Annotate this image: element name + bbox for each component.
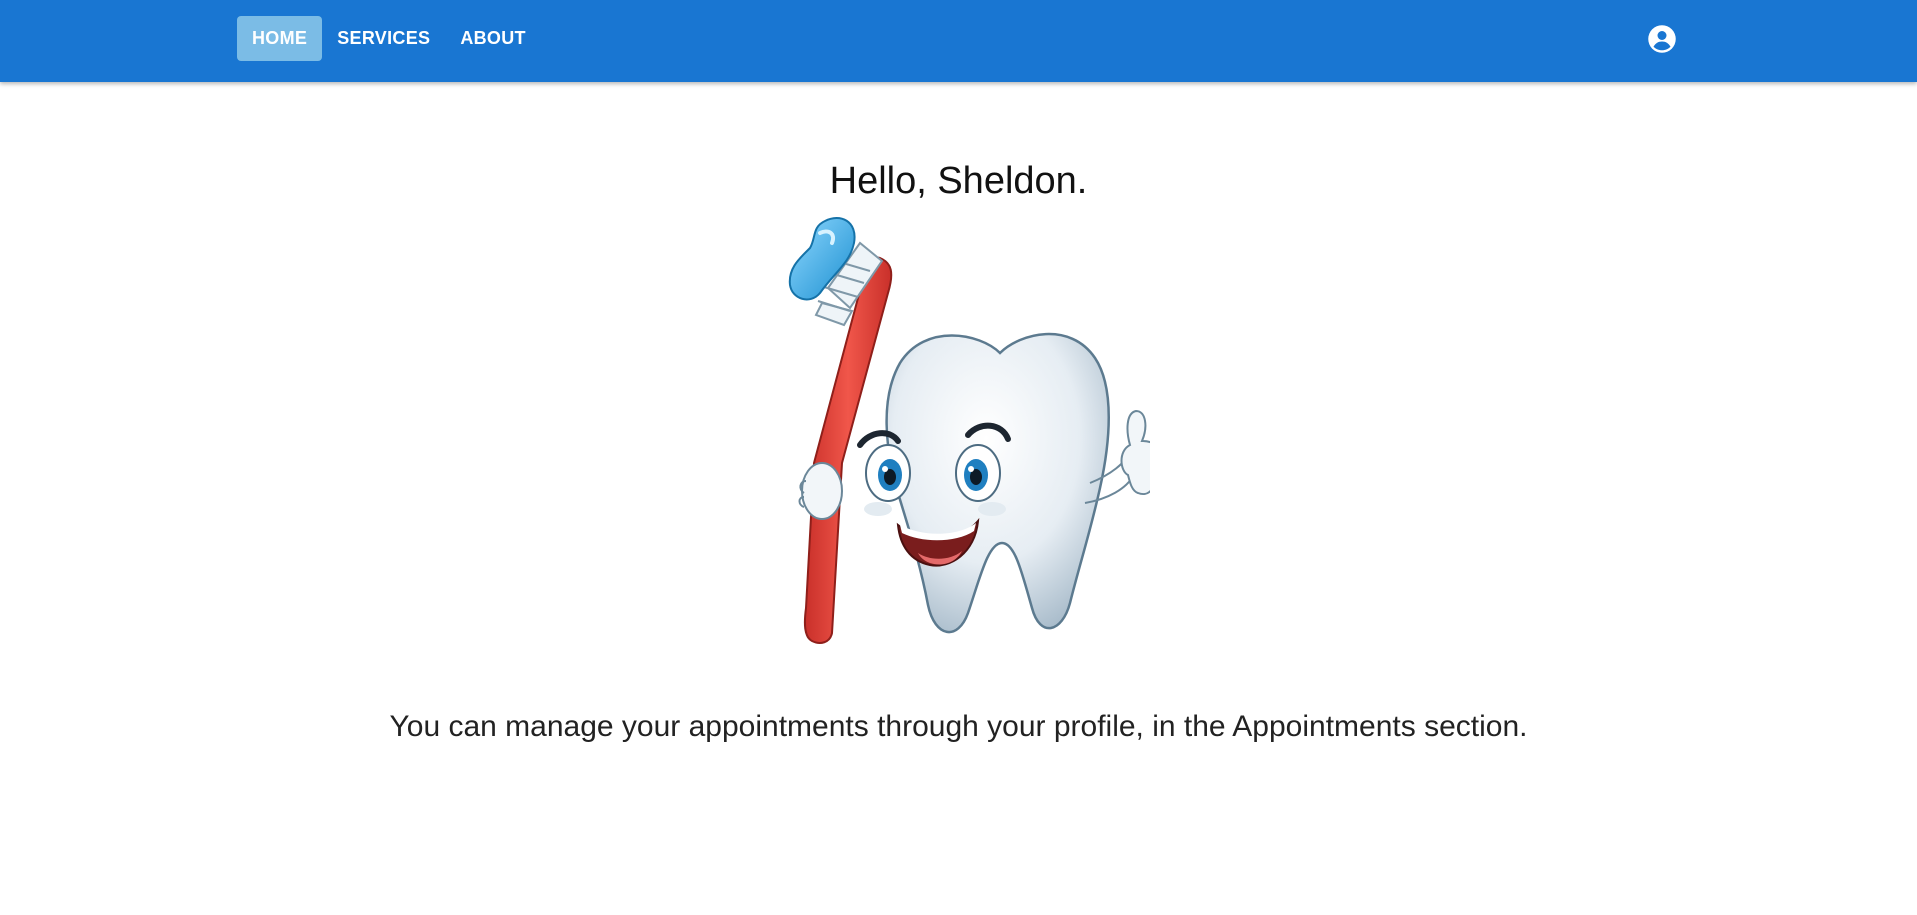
nav-home-button[interactable]: HOME: [237, 16, 323, 61]
appointments-info-text: You can manage your appointments through…: [389, 710, 1528, 743]
greeting-heading: Hello, Sheldon.: [829, 160, 1088, 202]
main-nav: HOME SERVICES ABOUT: [237, 16, 541, 61]
nav-about-button[interactable]: ABOUT: [445, 16, 541, 61]
account-circle-icon[interactable]: [1647, 24, 1677, 54]
nav-services-button[interactable]: SERVICES: [322, 16, 445, 61]
app-bar: HOME SERVICES ABOUT: [0, 0, 1917, 82]
tooth-mascot-illustration: [770, 213, 1162, 663]
